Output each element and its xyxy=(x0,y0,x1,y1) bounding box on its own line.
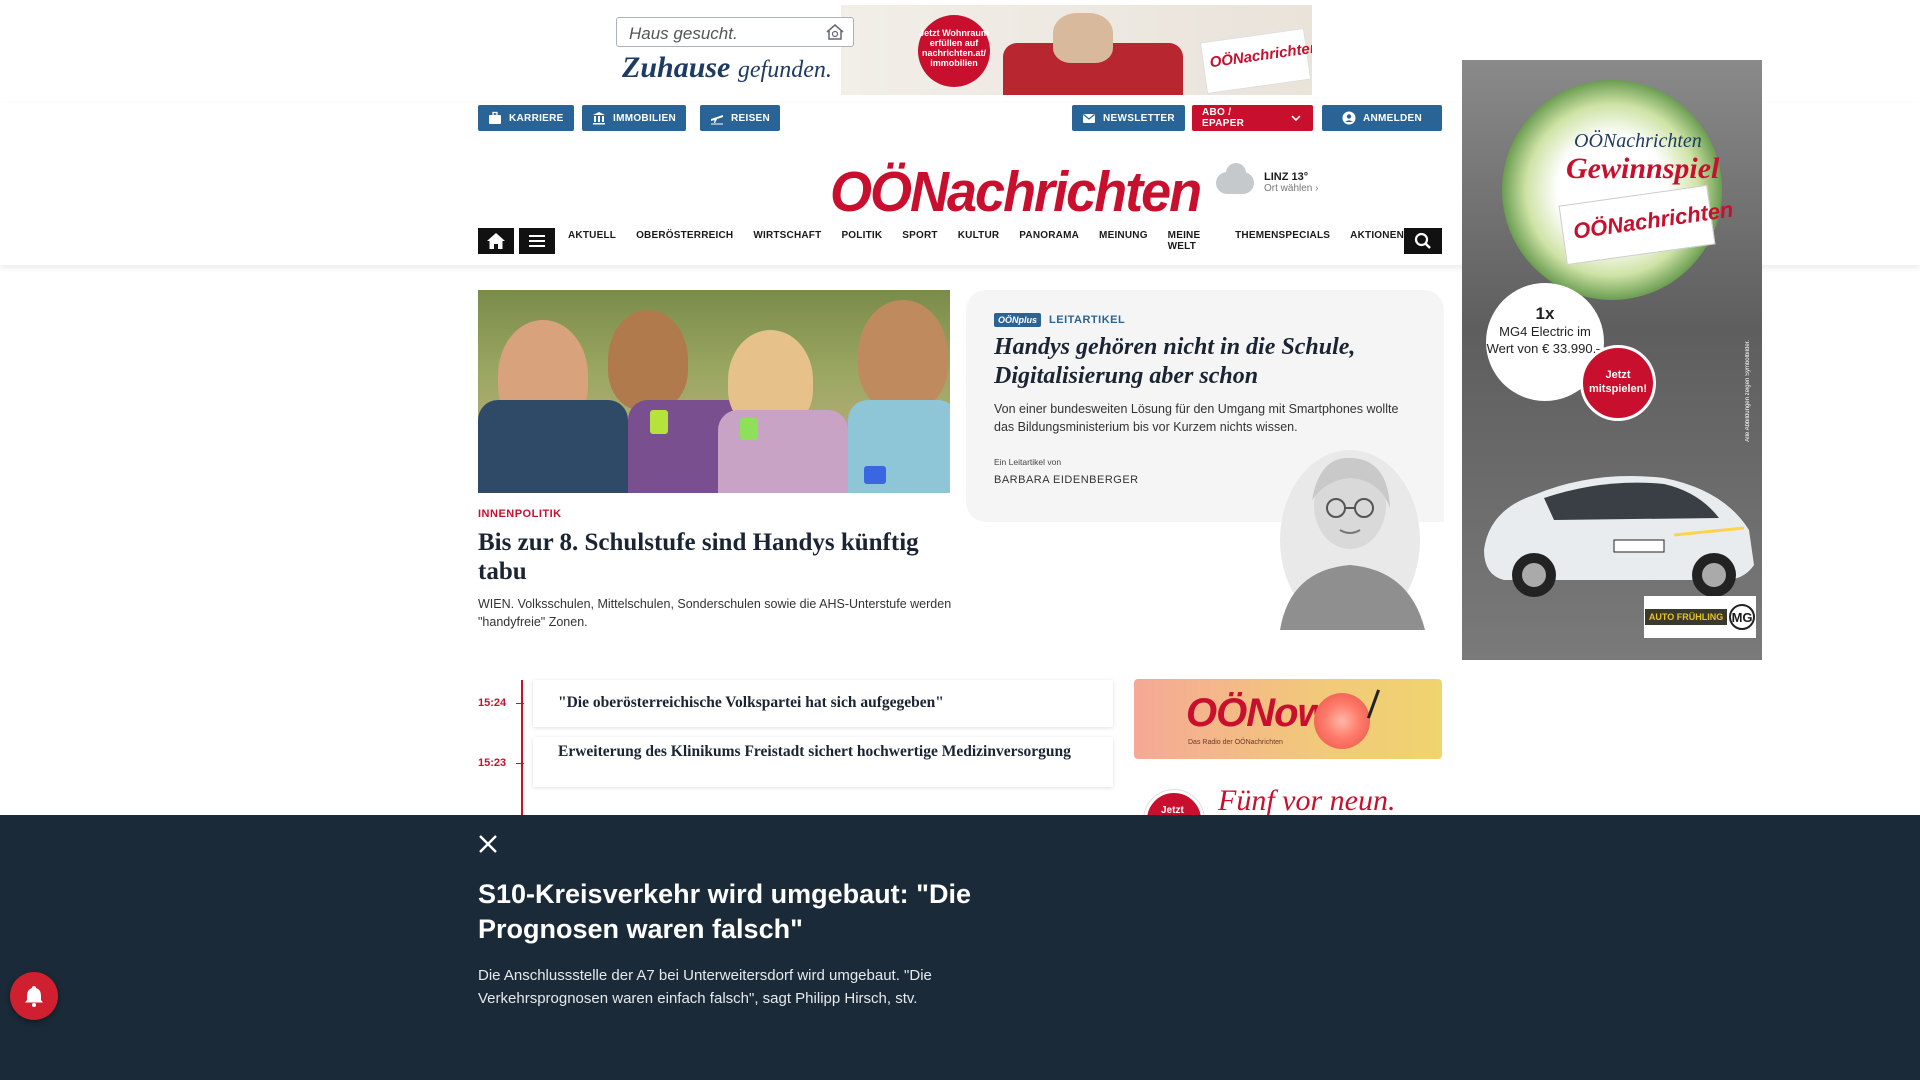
mg-logo: MG xyxy=(1729,604,1756,630)
chevron-down-icon xyxy=(1291,115,1301,122)
karriere-button[interactable]: KARRIERE xyxy=(478,105,574,131)
author-portrait xyxy=(1240,430,1440,630)
ticker-dash xyxy=(516,703,524,704)
ad-brand-logos: AUTO FRÜHLING MG xyxy=(1644,596,1756,638)
oenow-radio-banner[interactable]: OÖNow Das Radio der OÖNachrichten xyxy=(1134,679,1442,759)
lead-title[interactable]: Bis zur 8. Schulstufe sind Handys künfti… xyxy=(478,528,968,586)
abo-epaper-button[interactable]: ABO / EPAPER xyxy=(1192,105,1313,131)
nav-item-panorama[interactable]: PANORAMA xyxy=(1019,230,1079,252)
search-icon xyxy=(1414,232,1431,249)
nav-item-wirtschaft[interactable]: WIRTSCHAFT xyxy=(753,230,821,252)
ad-disclaimer: Alle Abbildungen zeigen Symbolbilder. xyxy=(1745,340,1751,442)
ticker-item[interactable]: Erweiterung des Klinikums Freistadt sich… xyxy=(533,737,1113,787)
nav-item-politik[interactable]: POLITIK xyxy=(841,230,882,252)
sidebar-ad-gewinnspiel[interactable]: OÖNachrichten Gewinnspiel OÖNachrichten … xyxy=(1462,60,1762,660)
nav-item-meinung[interactable]: MEINUNG xyxy=(1099,230,1148,252)
user-icon xyxy=(1342,111,1356,125)
ticker-time: 15:24 xyxy=(478,697,507,709)
ad-search-box: Haus gesucht. xyxy=(616,17,854,47)
overlay-teaser[interactable]: Die Anschlussstelle der A7 bei Unterweit… xyxy=(478,964,1038,1010)
login-button[interactable]: ANMELDEN xyxy=(1322,105,1442,131)
nav-item-aktionen[interactable]: AKTIONEN xyxy=(1350,230,1404,252)
menu-button[interactable] xyxy=(519,228,555,254)
hamburger-icon xyxy=(529,235,545,247)
building-icon xyxy=(593,112,605,125)
weather-choose-location[interactable]: Ort wählen › xyxy=(1264,183,1318,194)
car-image xyxy=(1484,476,1754,597)
editorial-badge: OÖNplus LEITARTIKEL xyxy=(994,313,1125,327)
ad-badge: Jetzt Wohnraum erfüllen auf nachrichten.… xyxy=(918,15,990,87)
site-logo[interactable]: OÖNachrichten xyxy=(830,159,1202,224)
ticker-dash xyxy=(516,763,524,764)
editorial-title[interactable]: Handys gehören nicht in die Schule, Digi… xyxy=(994,333,1424,391)
nav-item-oberoesterreich[interactable]: OBERÖSTERREICH xyxy=(636,230,733,252)
ad-line2: Gewinnspiel xyxy=(1566,152,1720,185)
close-icon[interactable] xyxy=(476,832,500,856)
search-button[interactable] xyxy=(1404,228,1442,254)
mail-icon xyxy=(1083,114,1095,123)
oenow-sub: Das Radio der OÖNachrichten xyxy=(1188,739,1283,746)
weather-city: LINZ 13° xyxy=(1264,171,1309,183)
record-disc-icon xyxy=(1314,693,1370,749)
ad-cta-button[interactable]: Jetzt mitspielen! xyxy=(1580,345,1656,421)
lead-teaser[interactable]: WIEN. Volksschulen, Mittelschulen, Sonde… xyxy=(478,595,958,631)
ad-slogan: Zuhause gefunden. xyxy=(622,51,832,84)
home-icon xyxy=(487,233,505,249)
auto-fruehling-logo: AUTO FRÜHLING xyxy=(1644,609,1728,625)
cloud-icon xyxy=(1216,162,1254,194)
plane-icon xyxy=(711,115,723,125)
plus-badge: OÖNplus xyxy=(994,313,1042,327)
oenow-logo: OÖNow xyxy=(1186,691,1329,735)
immobilien-button[interactable]: IMMOBILIEN xyxy=(582,105,686,131)
home-button[interactable] xyxy=(478,228,514,254)
editorial-kicker: LEITARTIKEL xyxy=(1049,314,1126,326)
ad-line1: OÖNachrichten xyxy=(1574,130,1702,152)
chevron-right-icon: › xyxy=(1315,183,1319,194)
nav-item-aktuell[interactable]: AKTUELL xyxy=(568,230,616,252)
nav-items: AKTUELL OBERÖSTERREICH WIRTSCHAFT POLITI… xyxy=(568,230,1404,252)
fuenf-vor-neun-banner[interactable]: Jetzt Fünf vor neun. xyxy=(1134,782,1442,816)
ad-newspaper-image: OÖNachrichten xyxy=(1199,27,1312,95)
weather-widget[interactable]: LINZ 13° Ort wählen › xyxy=(1216,162,1318,194)
top-banner-ad[interactable]: Haus gesucht. Zuhause gefunden. Jetzt Wo… xyxy=(598,5,1312,95)
nav-item-meine-welt[interactable]: MEINE WELT xyxy=(1168,230,1215,252)
notification-bell-button[interactable] xyxy=(10,972,58,1020)
nav-item-kultur[interactable]: KULTUR xyxy=(958,230,1000,252)
nav-item-themenspecials[interactable]: THEMENSPECIALS xyxy=(1235,230,1330,252)
five-badge: Jetzt xyxy=(1144,790,1204,816)
lead-article-image[interactable] xyxy=(478,290,950,493)
overlay-title[interactable]: S10-Kreisverkehr wird umgebaut: "Die Pro… xyxy=(478,877,1038,947)
nav-item-sport[interactable]: SPORT xyxy=(902,230,937,252)
ticker-line xyxy=(521,680,523,816)
five-text: Fünf vor neun. xyxy=(1218,784,1396,816)
main-nav: AKTUELL OBERÖSTERREICH WIRTSCHAFT POLITI… xyxy=(478,228,1442,254)
ad-search-text: Haus gesucht. xyxy=(629,24,738,43)
reisen-button[interactable]: REISEN xyxy=(700,105,781,131)
push-overlay[interactable] xyxy=(0,815,1920,1080)
newsletter-button[interactable]: NEWSLETTER xyxy=(1072,105,1185,131)
house-icon xyxy=(826,24,844,40)
ticker-item[interactable]: "Die oberösterreichische Volkspartei hat… xyxy=(533,680,1113,727)
briefcase-icon xyxy=(489,111,501,124)
ticker-time: 15:23 xyxy=(478,757,507,769)
lead-kicker[interactable]: INNENPOLITIK xyxy=(478,508,562,520)
editorial-author: BARBARA EIDENBERGER xyxy=(994,474,1139,486)
ad-person-image xyxy=(1053,13,1113,63)
editorial-by-label: Ein Leitartikel von xyxy=(994,457,1062,467)
bell-icon xyxy=(25,986,43,1007)
